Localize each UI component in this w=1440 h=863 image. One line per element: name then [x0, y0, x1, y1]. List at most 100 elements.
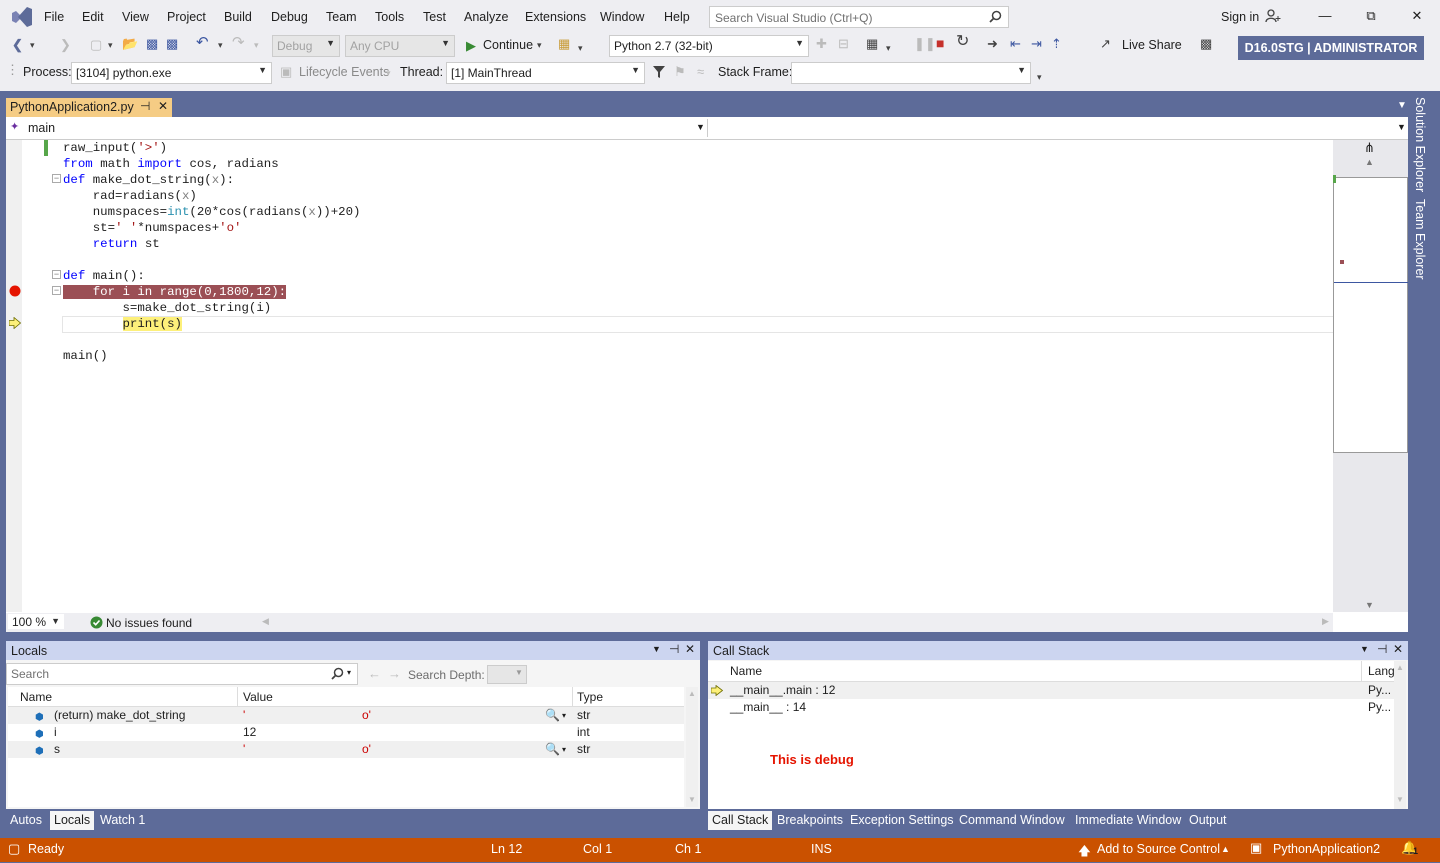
scroll-down-icon[interactable]: ▼ [1365, 600, 1374, 610]
menu-window[interactable]: Window [600, 10, 644, 24]
close-window-button[interactable]: ✕ [1402, 6, 1432, 26]
restore-button[interactable]: ⧉ [1356, 6, 1386, 26]
solution-explorer-tab[interactable]: Solution Explorer [1413, 97, 1427, 192]
toolbar-options-icon[interactable]: ▾ [1037, 69, 1042, 85]
minimap[interactable] [1333, 177, 1408, 453]
call-stack-row[interactable]: __main__.main : 12 Py... [708, 682, 1394, 699]
close-pane-icon[interactable]: ✕ [1393, 642, 1403, 656]
live-share-button[interactable]: Live Share [1122, 38, 1182, 52]
undo-icon[interactable]: ↶ [196, 35, 209, 51]
tab-exception-settings[interactable]: Exception Settings [846, 811, 958, 830]
step-over-icon[interactable]: ⇥ [1031, 36, 1042, 52]
undo-dropdown-icon[interactable]: ▾ [218, 37, 223, 53]
window-position-dropdown-icon[interactable]: ▼ [1360, 644, 1369, 654]
zoom-select[interactable]: 100 % ▼ [8, 614, 64, 629]
step-into-icon[interactable]: ⇤ [1010, 36, 1021, 52]
tab-immediate-window[interactable]: Immediate Window [1071, 811, 1185, 830]
menu-test[interactable]: Test [423, 10, 446, 24]
team-explorer-tab[interactable]: Team Explorer [1413, 199, 1427, 280]
menu-team[interactable]: Team [326, 10, 357, 24]
close-tab-icon[interactable]: ✕ [158, 99, 168, 113]
menu-tools[interactable]: Tools [375, 10, 404, 24]
tab-output[interactable]: Output [1185, 811, 1231, 830]
column-value[interactable]: Value [243, 690, 273, 704]
menu-help[interactable]: Help [664, 10, 690, 24]
process-select[interactable]: [3104] python.exe ▼ [71, 62, 272, 84]
visualizer-icon[interactable]: 🔍 [545, 741, 560, 758]
call-stack-scrollbar[interactable]: ▲ ▼ [1394, 661, 1406, 809]
column-divider[interactable] [1361, 661, 1362, 681]
attach-icon[interactable]: ▦ [558, 36, 570, 52]
locals-search-input[interactable]: Search ▾ [6, 663, 358, 685]
scroll-down-icon[interactable]: ▼ [1396, 795, 1404, 804]
locals-row[interactable]: ⬢ (return) make_dot_string ' o' 🔍 ▾ str [8, 707, 684, 724]
tab-locals[interactable]: Locals [50, 811, 95, 830]
locals-row-value[interactable]: ' [243, 741, 245, 758]
save-all-icon[interactable]: ▩ [166, 36, 178, 52]
layout-icon[interactable]: ▦ [866, 36, 878, 52]
menu-project[interactable]: Project [167, 10, 206, 24]
tab-autos[interactable]: Autos [6, 811, 46, 830]
sign-in-link[interactable]: Sign in [1221, 10, 1259, 24]
locals-row-value[interactable]: 12 [243, 724, 256, 741]
show-next-statement-icon[interactable]: ➜ [987, 36, 998, 52]
arrow-up-icon[interactable]: 🡅 [1078, 842, 1091, 863]
continue-dropdown-icon[interactable]: ▾ [537, 37, 542, 53]
tab-call-stack[interactable]: Call Stack [708, 811, 773, 830]
collapse-icon[interactable]: − [52, 286, 61, 295]
issues-status[interactable]: No issues found [106, 616, 192, 630]
menu-analyze[interactable]: Analyze [464, 10, 508, 24]
locals-row[interactable]: ⬢ i 12 int [8, 724, 684, 741]
scroll-down-icon[interactable]: ▼ [688, 795, 696, 804]
menu-build[interactable]: Build [224, 10, 252, 24]
collapse-icon[interactable]: − [52, 174, 61, 183]
tab-command-window[interactable]: Command Window [955, 811, 1069, 830]
filter-icon[interactable] [652, 65, 666, 79]
column-name[interactable]: Name [730, 664, 762, 678]
source-control-up-icon[interactable]: ▲ [1221, 844, 1230, 854]
menu-view[interactable]: View [122, 10, 149, 24]
scroll-up-icon[interactable]: ▲ [1365, 157, 1374, 167]
visualizer-icon[interactable]: 🔍 [545, 707, 560, 724]
search-icon[interactable] [331, 667, 344, 680]
pin-icon[interactable]: ⊣ [140, 99, 150, 113]
breakpoint-icon[interactable] [9, 285, 21, 297]
tab-list-dropdown-icon[interactable]: ▼ [1397, 100, 1407, 111]
step-out-icon[interactable]: ⇡ [1051, 36, 1062, 52]
menu-edit[interactable]: Edit [82, 10, 104, 24]
scroll-up-icon[interactable]: ▲ [688, 689, 696, 698]
column-name[interactable]: Name [20, 690, 52, 704]
locals-scrollbar[interactable]: ▲ ▼ [686, 687, 698, 807]
open-folder-icon[interactable]: 📂 [122, 36, 138, 52]
thread-select[interactable]: [1] MainThread ▼ [446, 62, 645, 84]
window-position-dropdown-icon[interactable]: ▼ [652, 644, 661, 654]
menu-extensions[interactable]: Extensions [525, 10, 586, 24]
column-divider[interactable] [572, 687, 573, 706]
scroll-right-icon[interactable]: ▶ [1322, 616, 1329, 627]
close-pane-icon[interactable]: ✕ [685, 642, 695, 656]
live-share-icon[interactable]: ↗ [1100, 36, 1111, 52]
tab-breakpoints[interactable]: Breakpoints [773, 811, 847, 830]
scroll-up-icon[interactable]: ▲ [1396, 663, 1404, 672]
call-stack-row[interactable]: __main__ : 14 Py... [708, 699, 1394, 716]
back-icon[interactable]: ❮ [12, 37, 23, 53]
python-environment-select[interactable]: Python 2.7 (32-bit) ▼ [609, 35, 809, 57]
vertical-scrollbar[interactable]: ⋔ ▲ ▼ [1333, 140, 1408, 612]
stack-frame-select[interactable]: ▼ [791, 62, 1031, 84]
column-lang[interactable]: Lang [1368, 664, 1395, 678]
continue-button[interactable]: Continue [483, 38, 533, 52]
menu-debug[interactable]: Debug [271, 10, 308, 24]
add-to-source-control-button[interactable]: Add to Source Control [1097, 842, 1220, 856]
new-dropdown-icon[interactable]: ▾ [108, 37, 113, 53]
column-type[interactable]: Type [577, 690, 603, 704]
layout-dropdown-icon[interactable]: ▾ [886, 40, 891, 56]
locals-row-value[interactable]: ' [243, 707, 245, 724]
status-project[interactable]: PythonApplication2 [1273, 842, 1380, 856]
search-input[interactable]: Search Visual Studio (Ctrl+Q) [709, 6, 1009, 28]
glyph-margin[interactable] [6, 140, 22, 612]
document-tab[interactable]: PythonApplication2.py ⊣ ✕ [6, 98, 172, 117]
nav-left-select[interactable]: main [28, 121, 55, 135]
back-dropdown-icon[interactable]: ▾ [30, 37, 35, 53]
play-icon[interactable]: ▶ [466, 38, 476, 54]
chevron-down-icon[interactable]: ▼ [1397, 122, 1406, 132]
